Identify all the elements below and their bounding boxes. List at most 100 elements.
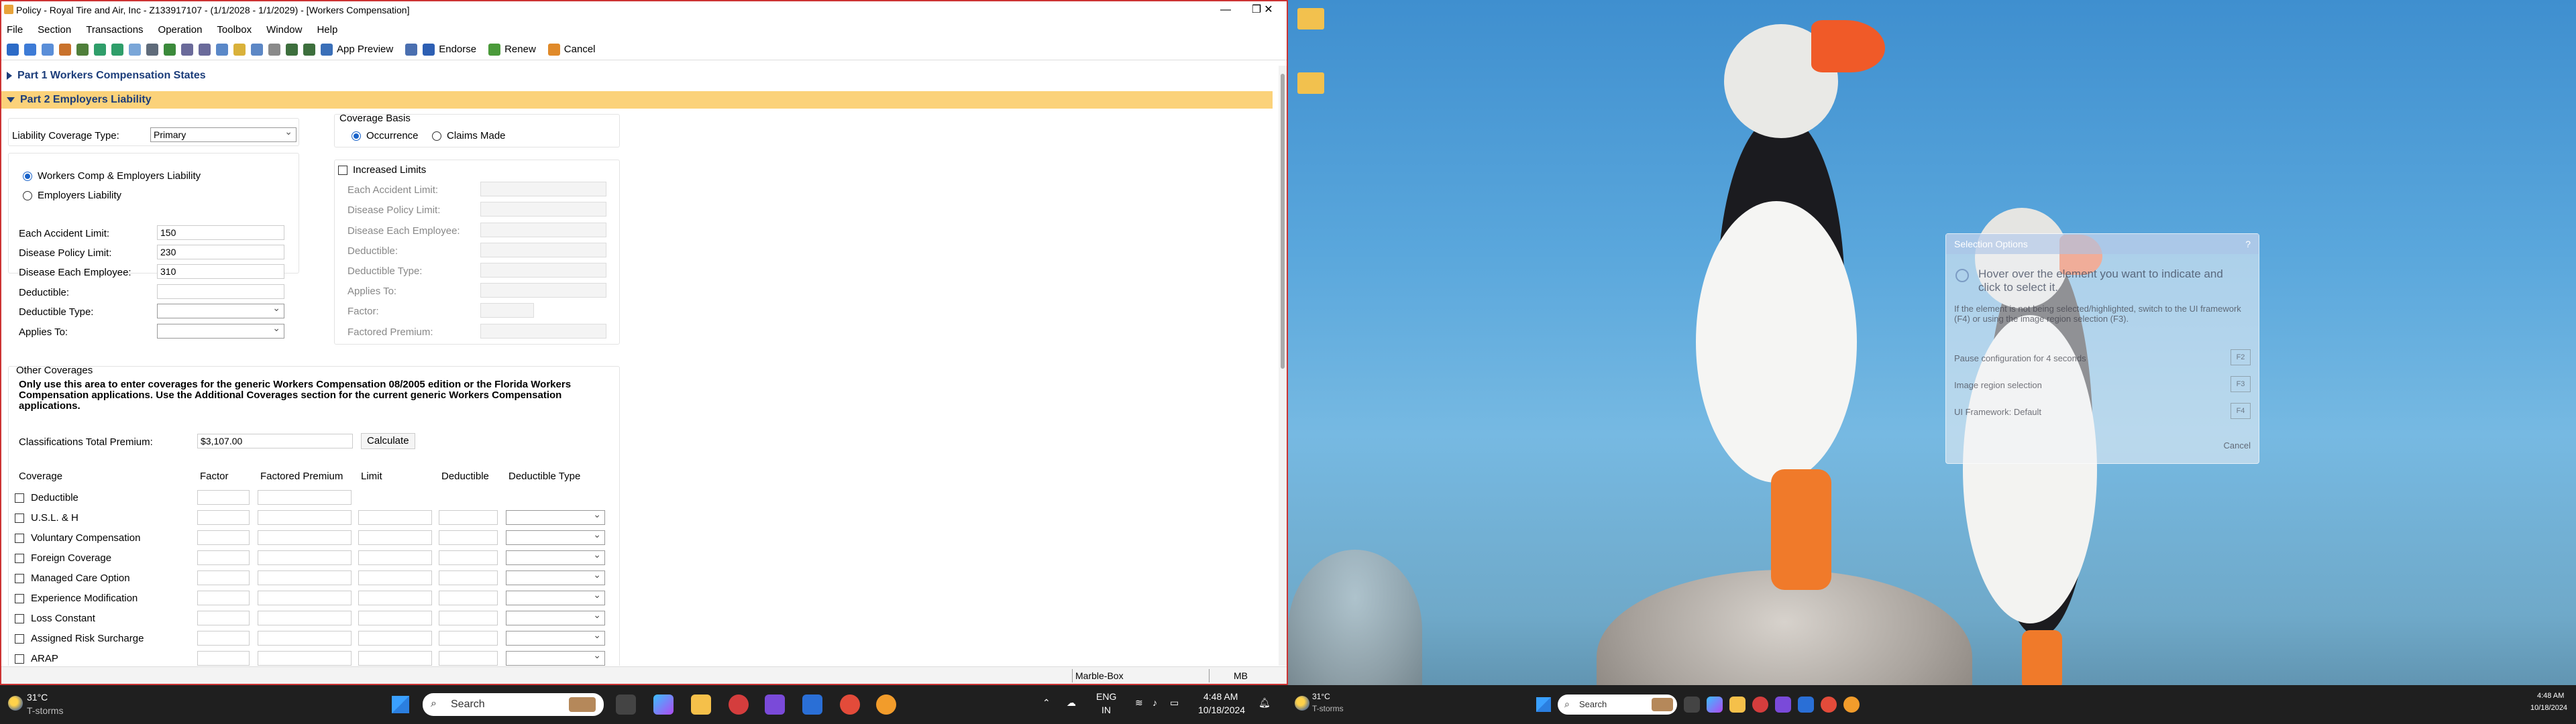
dialog-option-pause[interactable]: Pause configuration for 4 seconds: [1954, 353, 2086, 363]
deductible-type-select[interactable]: [506, 569, 605, 585]
feather-app-icon[interactable]: [1775, 697, 1791, 713]
endorse-button[interactable]: Endorse: [439, 44, 476, 55]
limit-input[interactable]: [358, 550, 432, 565]
factored-premium-input[interactable]: [258, 611, 352, 625]
deductible-input[interactable]: [439, 510, 498, 525]
section-part1-header[interactable]: Part 1 Workers Compensation States: [1, 66, 1273, 86]
clock-time[interactable]: 4:48 AM: [2537, 692, 2564, 700]
deductible-input[interactable]: [439, 611, 498, 625]
each-accident-limit-input[interactable]: 150: [157, 225, 284, 240]
radio-wc-el[interactable]: [23, 172, 32, 181]
deductible-input[interactable]: [439, 631, 498, 646]
factor-input[interactable]: [197, 651, 250, 666]
feather-app-icon[interactable]: [765, 695, 785, 715]
factor-input[interactable]: [197, 510, 250, 525]
chrome-2-icon[interactable]: [840, 695, 860, 715]
liability-coverage-type-select[interactable]: Primary: [150, 126, 297, 142]
deductible-type-select[interactable]: [506, 549, 605, 565]
app-preview-button[interactable]: App Preview: [337, 44, 393, 55]
deductible-input[interactable]: [439, 651, 498, 666]
disease-each-employee-input[interactable]: 310: [157, 264, 284, 279]
renew-icon[interactable]: [488, 43, 501, 56]
cloud-icon[interactable]: ☁: [1067, 697, 1076, 709]
total-premium-input[interactable]: $3,107.00: [197, 434, 353, 448]
binoculars-icon[interactable]: [286, 43, 298, 56]
document-icon[interactable]: [216, 43, 228, 56]
applies-to-select[interactable]: [157, 322, 284, 339]
volume-icon[interactable]: ♪: [1152, 697, 1157, 708]
coverage-checkbox[interactable]: [15, 534, 24, 543]
factored-premium-input[interactable]: [258, 530, 352, 545]
deductible-type-select[interactable]: [506, 650, 605, 666]
limit-input[interactable]: [358, 530, 432, 545]
desktop-icon-1[interactable]: [1291, 8, 1331, 62]
limit-input[interactable]: [358, 611, 432, 625]
deductible-type-select[interactable]: [506, 529, 605, 545]
undo-icon[interactable]: [94, 43, 106, 56]
battery-icon[interactable]: ▭: [1170, 697, 1179, 709]
check-icon[interactable]: [164, 43, 176, 56]
factored-premium-input[interactable]: [258, 591, 352, 605]
deductible-type-select[interactable]: [506, 509, 605, 525]
menu-transactions[interactable]: Transactions: [86, 24, 143, 36]
attach-icon[interactable]: [59, 43, 71, 56]
menu-window[interactable]: Window: [266, 24, 302, 36]
endorse-icon[interactable]: [423, 43, 435, 56]
limit-input[interactable]: [358, 651, 432, 666]
factor-input[interactable]: [197, 530, 250, 545]
factor-input[interactable]: [197, 591, 250, 605]
coverage-checkbox[interactable]: [15, 514, 24, 523]
coverage-checkbox[interactable]: [15, 654, 24, 664]
factored-premium-input[interactable]: [258, 570, 352, 585]
cancel-button[interactable]: Cancel: [564, 44, 596, 55]
search-box[interactable]: ⌕ Search: [423, 693, 604, 716]
deductible-input[interactable]: [439, 530, 498, 545]
agent-app-icon[interactable]: [876, 695, 896, 715]
dialog-help-button[interactable]: ?: [2245, 239, 2251, 249]
clock-date[interactable]: 10/18/2024: [1198, 705, 1245, 715]
renew-button[interactable]: Renew: [504, 44, 536, 55]
start-icon[interactable]: [392, 696, 409, 713]
save-all-icon[interactable]: [24, 43, 36, 56]
radio-claims-made[interactable]: [432, 131, 441, 141]
task-view-icon[interactable]: [616, 695, 636, 715]
deductible-input[interactable]: [439, 550, 498, 565]
limit-input[interactable]: [358, 510, 432, 525]
copy-icon[interactable]: [129, 43, 141, 56]
radio-el[interactable]: [23, 191, 32, 200]
save-icon[interactable]: [7, 43, 19, 56]
factor-input[interactable]: [197, 611, 250, 625]
factor-input[interactable]: [197, 570, 250, 585]
f3-key[interactable]: F3: [2231, 376, 2251, 392]
lang-1[interactable]: ENG: [1096, 691, 1116, 702]
limit-input[interactable]: [358, 591, 432, 605]
copilot-icon[interactable]: [653, 695, 674, 715]
factored-premium-input[interactable]: [258, 510, 352, 525]
chrome-icon[interactable]: [729, 695, 749, 715]
deductible-input[interactable]: [439, 570, 498, 585]
factor-input[interactable]: [197, 631, 250, 646]
factored-premium-input[interactable]: [258, 631, 352, 646]
deductible-input[interactable]: [439, 591, 498, 605]
limit-input[interactable]: [358, 631, 432, 646]
copilot-icon[interactable]: [1707, 697, 1723, 713]
wifi-icon[interactable]: ≋: [1135, 697, 1143, 709]
coverage-checkbox[interactable]: [15, 614, 24, 623]
calculator-icon[interactable]: [76, 43, 89, 56]
desktop-icon-2[interactable]: [1291, 72, 1331, 126]
coverage-checkbox[interactable]: [15, 554, 24, 563]
dialog-option-image-region[interactable]: Image region selection: [1954, 380, 2042, 390]
close-button[interactable]: ✕: [1253, 1, 1284, 19]
clock-time[interactable]: 4:48 AM: [1203, 691, 1238, 702]
deductible-input[interactable]: [157, 284, 284, 299]
weather-icon[interactable]: [1295, 696, 1309, 711]
find-icon[interactable]: [251, 43, 263, 56]
chrome-icon[interactable]: [1752, 697, 1768, 713]
deductible-type-select[interactable]: [157, 302, 284, 318]
coverage-checkbox[interactable]: [15, 634, 24, 644]
notes-icon[interactable]: [268, 43, 280, 56]
app-preview-icon[interactable]: [321, 43, 333, 56]
f4-key[interactable]: F4: [2231, 403, 2251, 419]
lang-2[interactable]: IN: [1102, 705, 1111, 715]
file-explorer-icon[interactable]: [691, 695, 711, 715]
